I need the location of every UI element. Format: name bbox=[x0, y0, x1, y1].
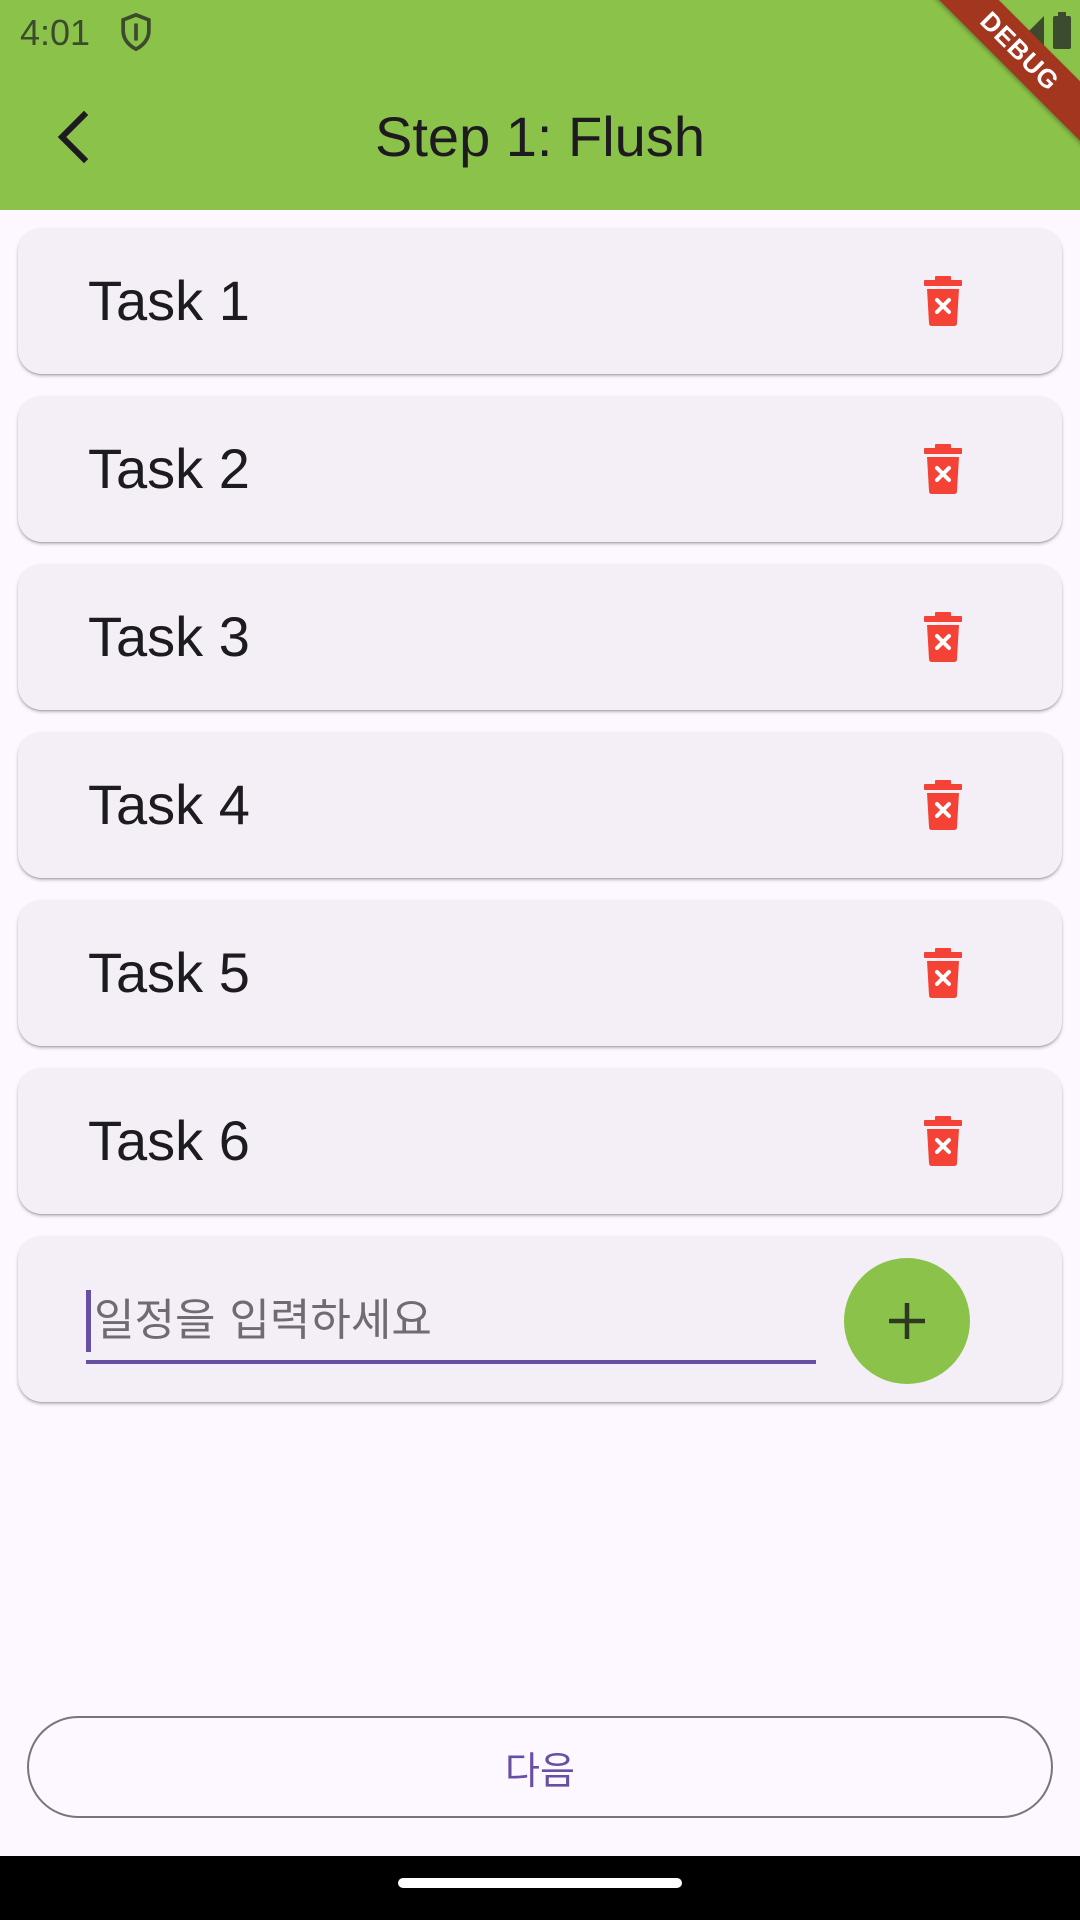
new-task-card bbox=[18, 1236, 1062, 1402]
task-card: Task 4 bbox=[18, 732, 1062, 878]
trash-x-icon bbox=[924, 612, 962, 662]
text-cursor bbox=[86, 1290, 91, 1352]
battery-icon bbox=[1053, 12, 1071, 49]
page-title: Step 1: Flush bbox=[375, 105, 705, 168]
task-label: Task 3 bbox=[88, 605, 250, 668]
task-card: Task 6 bbox=[18, 1068, 1062, 1214]
task-label: Task 1 bbox=[88, 269, 250, 332]
status-time: 4:01 bbox=[20, 12, 91, 53]
app-bar: 4:01 DEBUG Step 1: Flush bbox=[0, 0, 1080, 210]
plus-icon bbox=[889, 1303, 925, 1339]
task-card: Task 3 bbox=[18, 564, 1062, 710]
task-label: Task 2 bbox=[88, 437, 250, 500]
home-indicator[interactable] bbox=[398, 1878, 682, 1888]
status-bar: 4:01 bbox=[0, 0, 1080, 64]
new-task-input[interactable] bbox=[86, 1280, 816, 1364]
trash-x-icon bbox=[924, 1116, 962, 1166]
next-button[interactable]: 다음 bbox=[27, 1716, 1053, 1818]
delete-task-button[interactable] bbox=[908, 434, 978, 504]
trash-x-icon bbox=[924, 780, 962, 830]
trash-x-icon bbox=[924, 948, 962, 998]
trash-x-icon bbox=[924, 276, 962, 326]
delete-task-button[interactable] bbox=[908, 602, 978, 672]
delete-task-button[interactable] bbox=[908, 1106, 978, 1176]
add-task-button[interactable] bbox=[844, 1258, 970, 1384]
delete-task-button[interactable] bbox=[908, 266, 978, 336]
task-label: Task 4 bbox=[88, 773, 250, 836]
delete-task-button[interactable] bbox=[908, 770, 978, 840]
shield-icon bbox=[121, 12, 151, 52]
task-card: Task 5 bbox=[18, 900, 1062, 1046]
task-label: Task 6 bbox=[88, 1109, 250, 1172]
task-list: Task 1 Task 2 Task 3 Task 4 Task 5 Task … bbox=[18, 228, 1062, 1236]
delete-task-button[interactable] bbox=[908, 938, 978, 1008]
system-nav-bar bbox=[0, 1856, 1080, 1920]
task-card: Task 1 bbox=[18, 228, 1062, 374]
task-label: Task 5 bbox=[88, 941, 250, 1004]
trash-x-icon bbox=[924, 444, 962, 494]
task-card: Task 2 bbox=[18, 396, 1062, 542]
